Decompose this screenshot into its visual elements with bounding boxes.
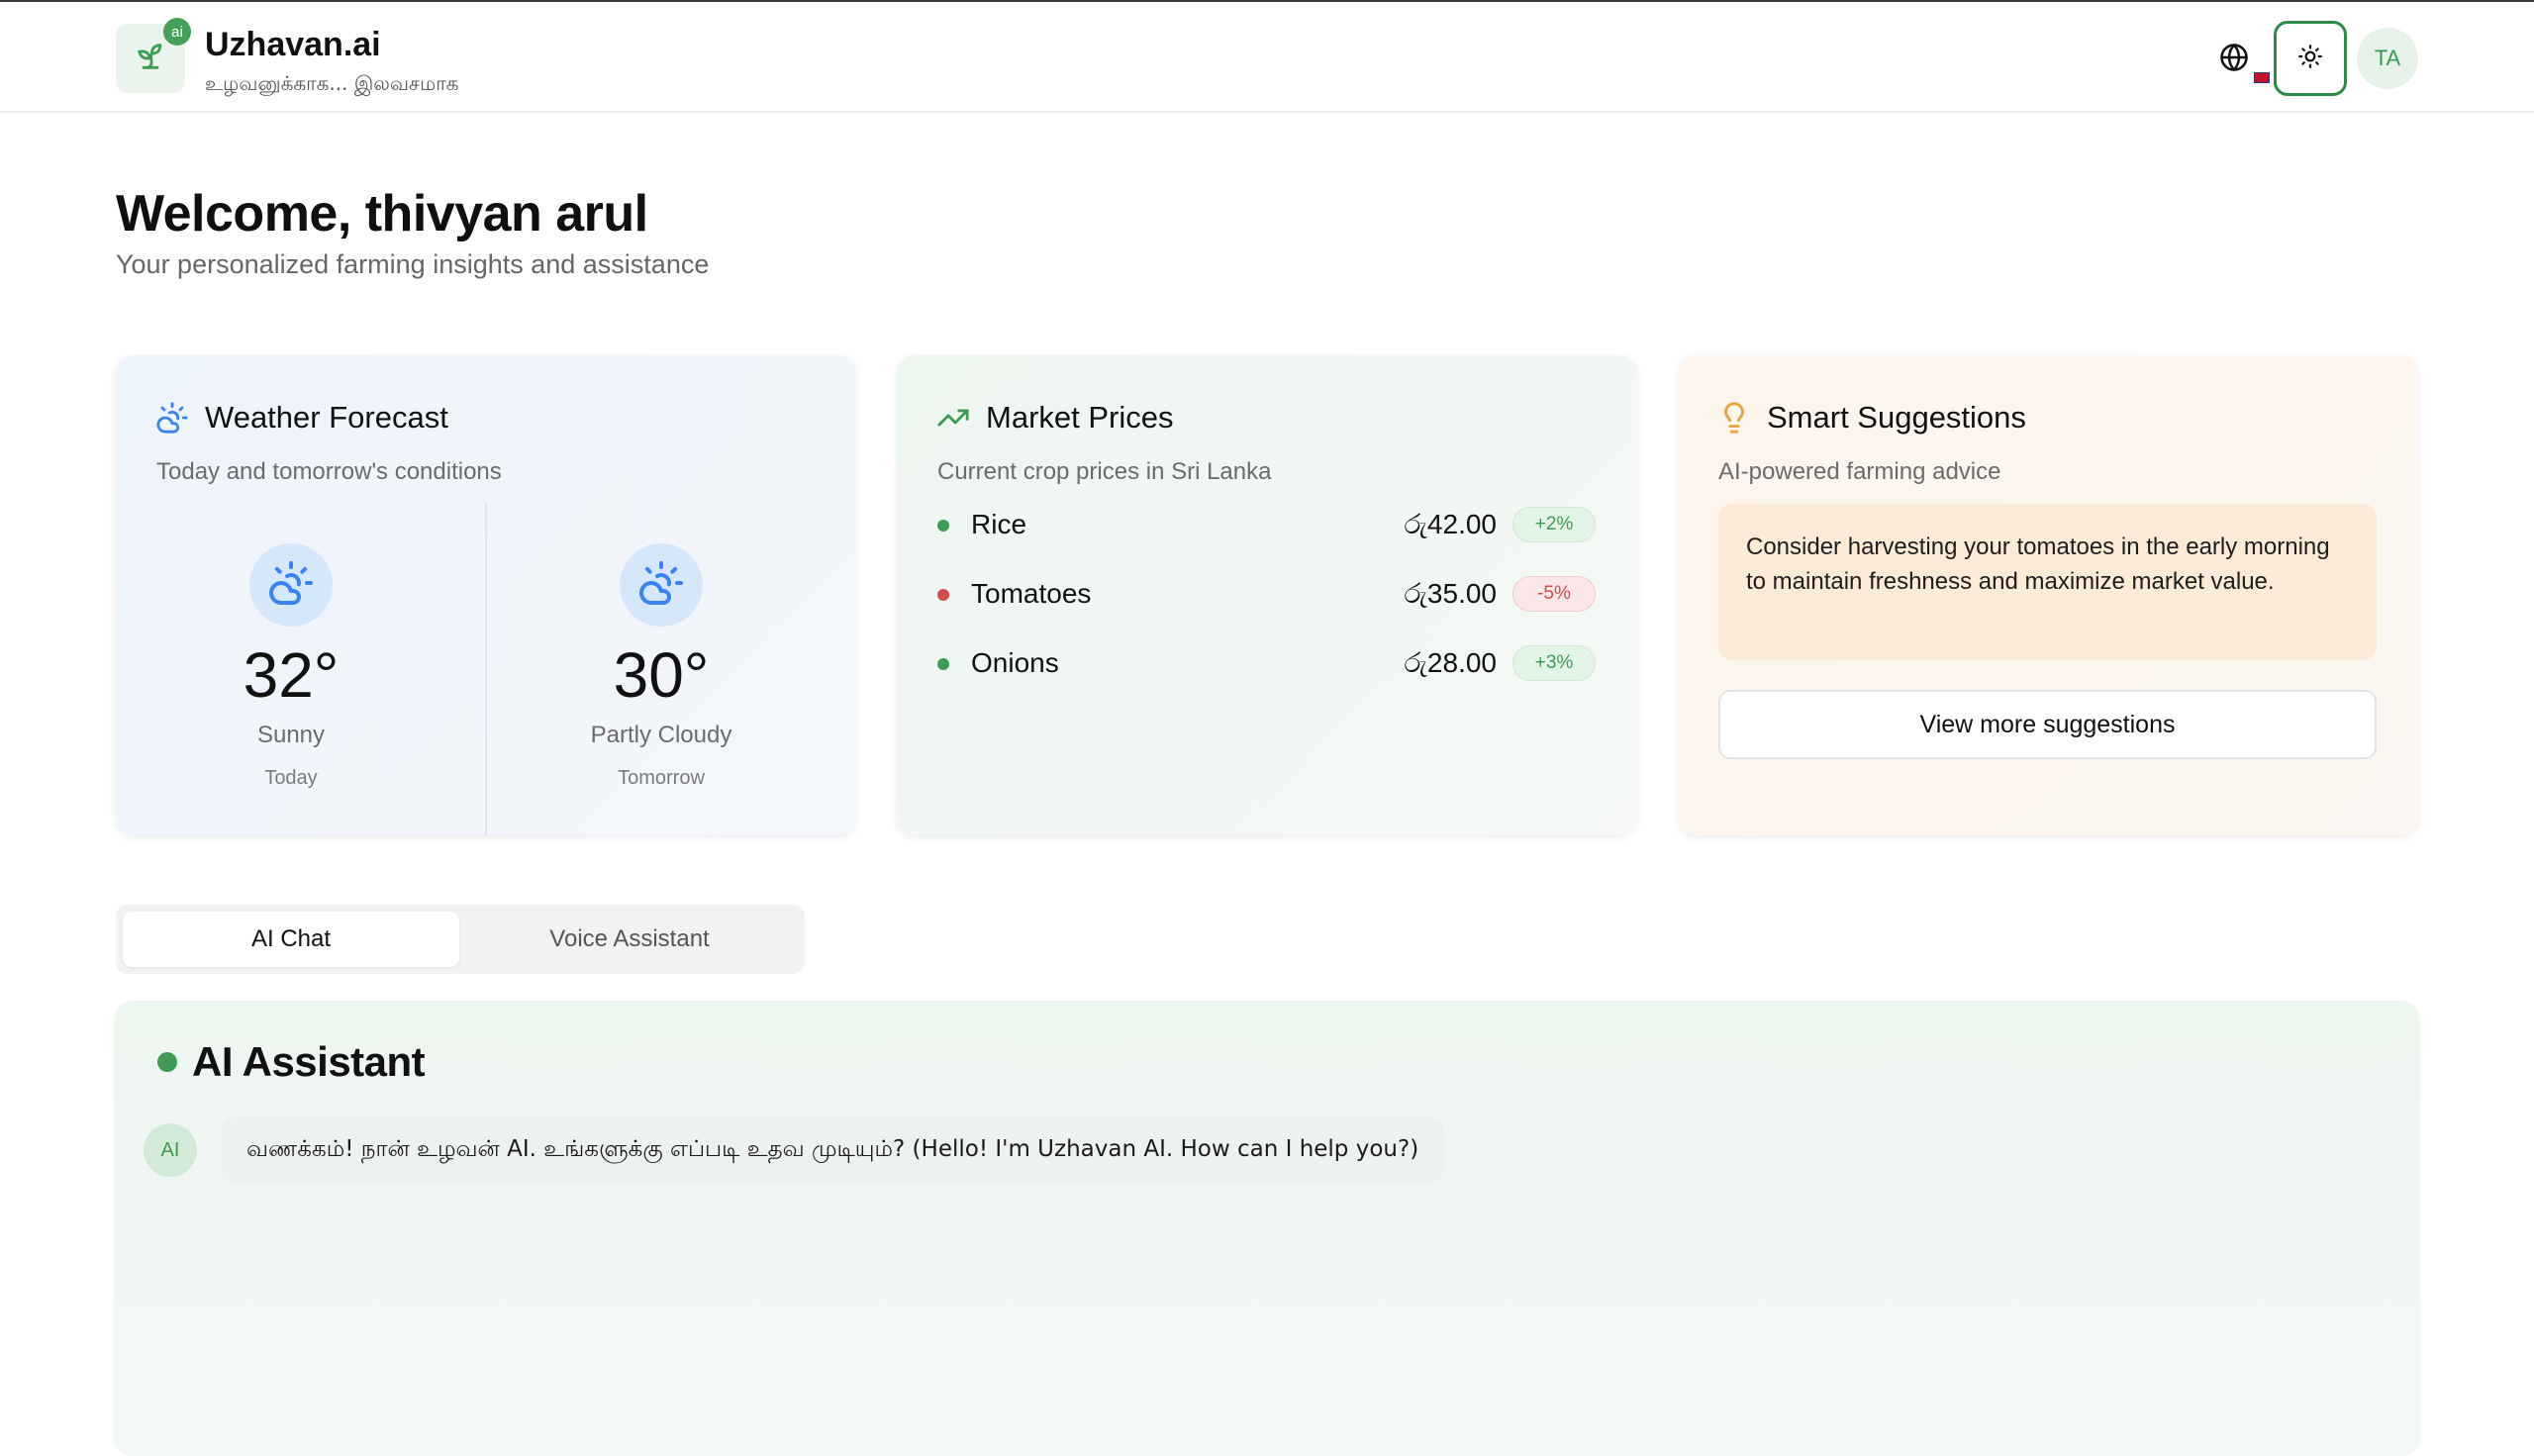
smart-suggestions-card: Smart Suggestions AI-powered farming adv… xyxy=(1678,355,2418,835)
weather-divider xyxy=(485,504,487,835)
welcome-subtitle: Your personalized farming insights and a… xyxy=(116,249,710,279)
chat-title: AI Assistant xyxy=(192,1038,426,1085)
market-title: Market Prices xyxy=(986,400,1174,435)
price-row-rice: Rice රු42.00 +2% xyxy=(937,506,1596,545)
suggestions-subtitle: AI-powered farming advice xyxy=(1718,458,2001,485)
weather-card: Weather Forecast Today and tomorrow's co… xyxy=(116,355,856,835)
cloud-sun-icon xyxy=(155,401,189,435)
app-header: ai Uzhavan.ai உழவனுக்காக... இலவசமாக TA xyxy=(0,2,2534,113)
price-change-badge: -5% xyxy=(1512,576,1596,612)
weather-today: 32° Sunny Today xyxy=(143,543,439,790)
price-change-badge: +2% xyxy=(1512,507,1596,542)
market-prices-card: Market Prices Current crop prices in Sri… xyxy=(897,355,1637,835)
user-avatar[interactable]: TA xyxy=(2357,28,2418,89)
suggestion-text: Consider harvesting your tomatoes in the… xyxy=(1718,504,2377,660)
weather-title: Weather Forecast xyxy=(205,400,448,435)
trend-dot xyxy=(937,520,949,532)
tab-ai-chat[interactable]: AI Chat xyxy=(123,912,459,967)
temperature-tomorrow: 30° xyxy=(613,639,710,711)
ai-avatar: AI xyxy=(144,1123,197,1177)
cloud-sun-icon xyxy=(267,559,315,612)
theme-toggle-button[interactable] xyxy=(2274,21,2347,96)
crop-price: රු42.00 xyxy=(1404,509,1497,539)
temperature-today: 32° xyxy=(243,639,340,711)
weather-subtitle: Today and tomorrow's conditions xyxy=(156,458,502,485)
ai-assistant-panel: AI Assistant AI வணக்கம்! நான் உழவன் AI. … xyxy=(114,1001,2420,1456)
tab-voice-assistant[interactable]: Voice Assistant xyxy=(461,912,798,967)
price-row-onions: Onions රු28.00 +3% xyxy=(937,644,1596,684)
logo-ai-badge: ai xyxy=(163,18,191,46)
welcome-title: Welcome, thivyan arul xyxy=(116,185,648,243)
uk-flag-icon xyxy=(2254,72,2270,83)
price-row-tomatoes: Tomatoes රු35.00 -5% xyxy=(937,575,1596,615)
condition-today: Sunny xyxy=(256,722,326,748)
price-change-badge: +3% xyxy=(1512,645,1596,681)
language-button[interactable] xyxy=(2214,40,2254,79)
chat-message: வணக்கம்! நான் உழவன் AI. உங்களுக்கு எப்பட… xyxy=(221,1117,1445,1183)
crop-price: රු28.00 xyxy=(1404,647,1497,678)
trend-dot xyxy=(937,658,949,670)
market-subtitle: Current crop prices in Sri Lanka xyxy=(937,458,1272,485)
sprout-icon xyxy=(134,40,167,78)
trending-up-icon xyxy=(936,401,970,435)
day-label-tomorrow: Tomorrow xyxy=(618,767,705,789)
crop-name: Onions xyxy=(971,647,1059,678)
brand-subtitle: உழவனுக்காக... இலவசமாக xyxy=(205,71,459,95)
lightbulb-icon xyxy=(1717,401,1751,435)
brand-title: Uzhavan.ai xyxy=(205,26,381,63)
condition-tomorrow: Partly Cloudy xyxy=(590,722,732,748)
crop-price: රු35.00 xyxy=(1404,578,1497,609)
trend-dot xyxy=(937,589,949,601)
weather-tomorrow: 30° Partly Cloudy Tomorrow xyxy=(513,543,810,790)
cloud-sun-icon xyxy=(637,559,685,612)
sun-icon xyxy=(2297,44,2323,74)
day-label-today: Today xyxy=(264,767,318,789)
assistant-tabs: AI Chat Voice Assistant xyxy=(116,905,805,974)
globe-icon xyxy=(2219,43,2249,77)
online-status-dot xyxy=(157,1052,177,1072)
weather-icon-tomorrow xyxy=(620,543,703,627)
crop-name: Rice xyxy=(971,509,1027,539)
suggestions-title: Smart Suggestions xyxy=(1767,400,2026,435)
crop-name: Tomatoes xyxy=(971,578,1092,609)
view-more-suggestions-button[interactable]: View more suggestions xyxy=(1718,690,2377,759)
weather-icon-today xyxy=(249,543,333,627)
